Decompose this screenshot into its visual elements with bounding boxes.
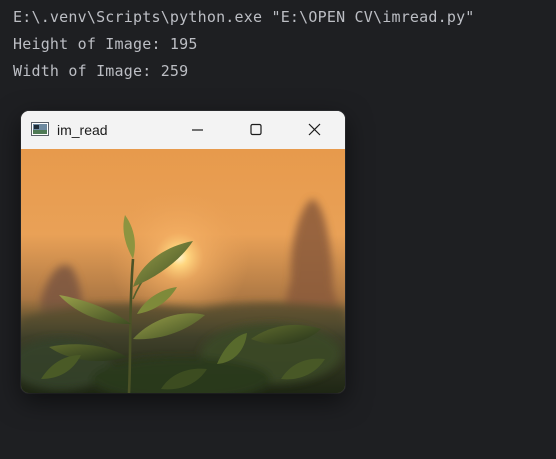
sunset-tea-leaves-photo (21, 149, 345, 393)
image-canvas (21, 149, 345, 393)
close-icon (308, 123, 321, 136)
maximize-button[interactable] (231, 111, 277, 149)
terminal-command-line: E:\.venv\Scripts\python.exe "E:\OPEN CV\… (13, 8, 475, 26)
close-button[interactable] (291, 111, 337, 149)
window-titlebar[interactable]: im_read (21, 111, 345, 149)
maximize-icon (250, 123, 262, 136)
minimize-button[interactable] (174, 111, 220, 149)
image-window[interactable]: im_read (21, 111, 345, 393)
window-title: im_read (57, 122, 108, 138)
terminal-height-output: Height of Image: 195 (13, 35, 198, 53)
opencv-window-icon (31, 122, 49, 136)
minimize-icon (192, 129, 203, 131)
terminal-width-output: Width of Image: 259 (13, 62, 189, 80)
